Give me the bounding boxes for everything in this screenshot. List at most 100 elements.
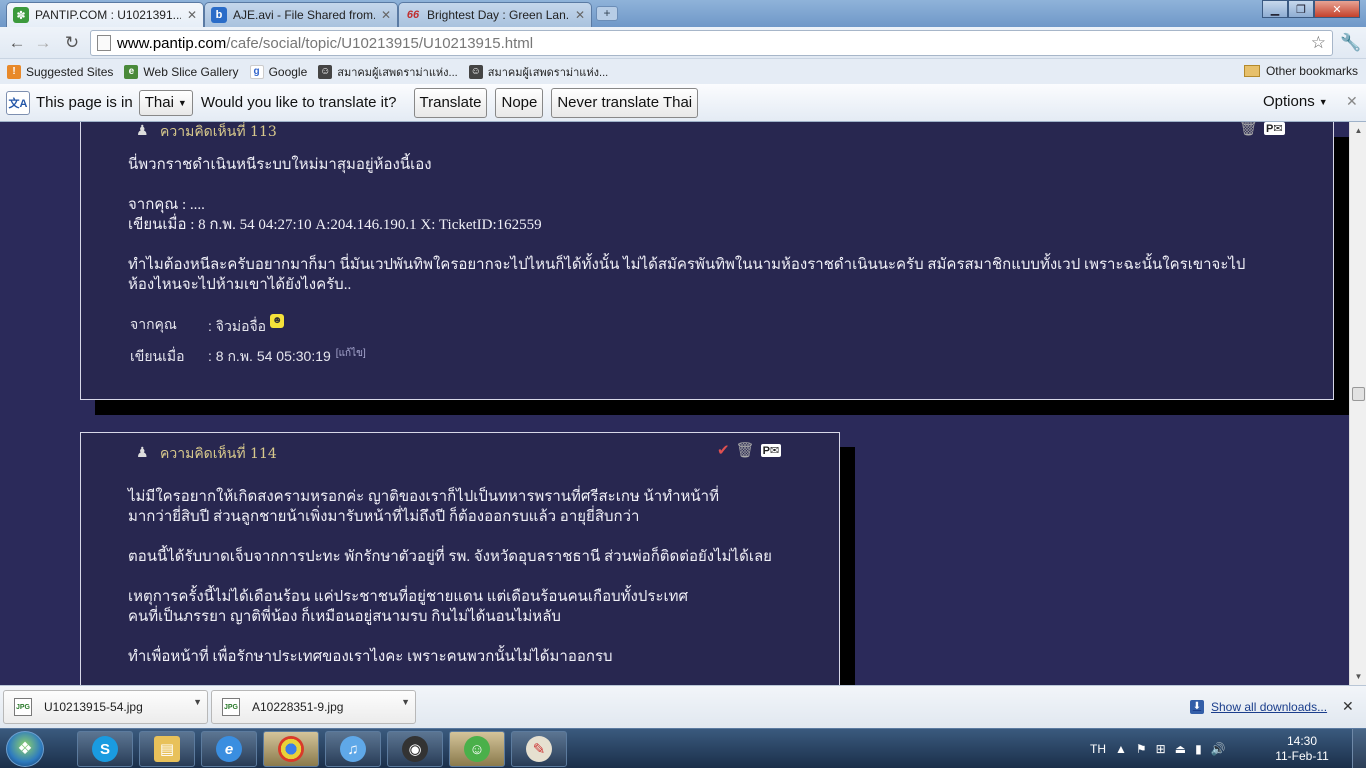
usb-icon[interactable]: ⏏ <box>1175 742 1186 756</box>
taskbar-app-paint[interactable]: ✎ <box>511 731 567 767</box>
volume-icon[interactable]: 🔊 <box>1211 742 1226 756</box>
google-icon: g <box>249 64 264 79</box>
dropdown-arrow-icon[interactable]: ▼ <box>193 697 202 707</box>
close-tab-icon[interactable]: ✕ <box>381 8 391 22</box>
never-translate-button[interactable]: Never translate Thai <box>551 87 699 118</box>
bookmark-star-icon[interactable]: ☆ <box>1311 33 1326 53</box>
close-downloads-icon[interactable]: ✕ <box>1342 698 1354 715</box>
taskbar-app-chrome[interactable] <box>263 731 319 767</box>
close-tab-icon[interactable]: ✕ <box>187 8 197 22</box>
ie-icon: e <box>216 736 242 762</box>
author-label: จากคุณ <box>130 316 177 332</box>
chrome-icon <box>278 736 304 762</box>
input-language-indicator[interactable]: TH <box>1090 742 1106 756</box>
flag-icon[interactable]: ⚑ <box>1136 742 1147 756</box>
tab-title: AJE.avi - File Shared from... <box>233 8 375 22</box>
date-row: เขียนเมื่อ : 8 ก.พ. 54 05:30:19 [แก้ไข] <box>130 346 366 368</box>
minimize-button[interactable]: ▁ <box>1262 0 1288 18</box>
check-icon[interactable]: ✔ <box>717 441 730 459</box>
bookmark-drama-society-1[interactable]: ☺ สมาคมผู้เสพดราม่าแห่ง... <box>318 63 458 81</box>
system-clock[interactable]: 14:30 11-Feb-11 <box>1272 734 1332 764</box>
other-bookmarks[interactable]: Other bookmarks <box>1243 64 1358 78</box>
translate-options-menu[interactable]: Options ▼ <box>1263 93 1328 110</box>
back-button[interactable]: ← <box>6 33 28 53</box>
taskbar-app-skype[interactable]: S <box>77 731 133 767</box>
scroll-down-arrow-icon[interactable]: ▼ <box>1350 668 1366 685</box>
system-tray: TH ▲ ⚑ ⊞ ⏏ ▮ 🔊 <box>1090 729 1235 768</box>
bookmark-google[interactable]: g Google <box>249 64 308 79</box>
nope-button[interactable]: Nope <box>495 87 544 118</box>
bookmark-label: Suggested Sites <box>26 64 114 79</box>
bookmarks-bar: ! Suggested Sites e Web Slice Gallery g … <box>0 59 1366 84</box>
network-signal-icon[interactable]: ▮ <box>1195 742 1202 756</box>
vertical-scrollbar[interactable]: ▲ ▼ <box>1349 122 1366 685</box>
maximize-button[interactable]: ❐ <box>1288 0 1314 18</box>
close-infobar-icon[interactable]: ✕ <box>1346 93 1358 110</box>
translate-question: Would you like to translate it? <box>200 94 397 111</box>
avatar-icon: ☺ <box>318 64 333 79</box>
taskbar-app-explorer[interactable]: ▤ <box>139 731 195 767</box>
show-all-downloads-link[interactable]: ⬇ Show all downloads... <box>1190 700 1327 714</box>
web-slice-icon: e <box>124 64 139 79</box>
author-name[interactable]: : จิวม่อจื่อ <box>208 316 266 338</box>
download-item[interactable]: JPG U10213915-54.jpg ▼ <box>3 690 208 724</box>
folder-icon: ▤ <box>154 736 180 762</box>
download-item[interactable]: JPG A10228351-9.jpg ▼ <box>211 690 416 724</box>
private-message-icon[interactable]: P✉ <box>1264 122 1285 135</box>
bookmark-web-slice-gallery[interactable]: e Web Slice Gallery <box>124 64 239 79</box>
folder-icon <box>1243 65 1260 77</box>
comment-header: ♟ ความคิดเห็นที่ 114 <box>136 443 277 465</box>
trash-icon[interactable]: 🗑 <box>736 441 755 459</box>
translate-button[interactable]: Translate <box>413 87 488 118</box>
bookmark-label: สมาคมผู้เสพดราม่าแห่ง... <box>487 66 609 79</box>
tab-brightest-day[interactable]: 66 Brightest Day : Green Lan... ✕ <box>398 2 592 27</box>
bookmark-drama-society-2[interactable]: ☺ สมาคมผู้เสพดราม่าแห่ง... <box>468 63 609 81</box>
scroll-thumb[interactable] <box>1352 387 1365 401</box>
windows-flag-icon[interactable]: ⊞ <box>1156 742 1166 756</box>
comment-quote: นี่พวกราชดำเนินหนีระบบใหม่มาสุมอยู่ห้องน… <box>128 157 1246 293</box>
taskbar-app-internet-explorer[interactable]: e <box>201 731 257 767</box>
windows-taskbar: ❖ S ▤ e ♫ ◉ ☺ ✎ TH ▲ ⚑ ⊞ ⏏ ▮ 🔊 14:30 11-… <box>0 728 1366 768</box>
tab-aje-avi[interactable]: b AJE.avi - File Shared from... ✕ <box>204 2 398 27</box>
paint-icon: ✎ <box>526 736 552 762</box>
66-logo-icon: 66 <box>406 9 420 21</box>
show-desktop-button[interactable] <box>1352 729 1366 768</box>
comment-actions: ✔ 🗑 P✉ <box>711 441 782 459</box>
comment-actions: 🗑 P✉ <box>1233 122 1285 137</box>
bookmark-suggested-sites[interactable]: ! Suggested Sites <box>7 64 114 79</box>
page-content: ♟ ความคิดเห็นที่ 113 🗑 P✉ นี่พวกราชดำเนิ… <box>0 122 1349 685</box>
date-label: เขียนเมื่อ <box>130 348 185 364</box>
comment-113: ♟ ความคิดเห็นที่ 113 🗑 P✉ นี่พวกราชดำเนิ… <box>80 122 1334 400</box>
comment-114: ♟ ความคิดเห็นที่ 114 ✔ 🗑 P✉ ไม่มีใครอยาก… <box>80 432 840 685</box>
dropdown-arrow-icon[interactable]: ▼ <box>401 697 410 707</box>
private-message-icon[interactable]: P✉ <box>760 443 782 457</box>
bookmark-label: Google <box>268 64 308 79</box>
forward-button[interactable]: → <box>32 33 54 53</box>
language-value: Thai <box>144 94 174 111</box>
translate-prefix: This page is in <box>36 94 133 111</box>
taskbar-app-camera[interactable]: ◉ <box>387 731 443 767</box>
close-window-button[interactable]: ✕ <box>1314 0 1360 18</box>
start-button[interactable]: ❖ <box>6 731 44 767</box>
options-label: Options <box>1263 93 1315 110</box>
other-bookmarks-label: Other bookmarks <box>1265 64 1358 78</box>
trash-icon[interactable]: 🗑 <box>1239 122 1258 137</box>
edit-link[interactable]: [แก้ไข] <box>336 346 366 368</box>
clock-time: 14:30 <box>1286 734 1318 748</box>
translate-icon: 文A <box>6 90 30 115</box>
taskbar-app-itunes[interactable]: ♫ <box>325 731 381 767</box>
new-tab-button[interactable]: + <box>596 6 618 21</box>
close-tab-icon[interactable]: ✕ <box>575 8 585 22</box>
tray-expand-icon[interactable]: ▲ <box>1115 742 1127 756</box>
language-select[interactable]: Thai ▼ <box>138 89 193 116</box>
taskbar-app-messenger[interactable]: ☺ <box>449 731 505 767</box>
scroll-up-arrow-icon[interactable]: ▲ <box>1350 122 1366 139</box>
reload-button[interactable]: ↻ <box>61 33 83 53</box>
translate-infobar: 文A This page is in Thai ▼ Would you like… <box>0 84 1366 122</box>
wrench-menu-icon[interactable]: 🔧 <box>1340 33 1361 53</box>
downloads-bar: JPG U10213915-54.jpg ▼ JPG A10228351-9.j… <box>0 685 1366 728</box>
address-bar[interactable]: www.pantip.com /cafe/social/topic/U10213… <box>90 30 1333 56</box>
dropdown-arrow-icon: ▼ <box>177 97 187 108</box>
tab-pantip[interactable]: ✽ PANTIP.COM : U1021391... ✕ <box>6 2 204 27</box>
comment-number: ความคิดเห็นที่ 113 <box>160 124 277 140</box>
